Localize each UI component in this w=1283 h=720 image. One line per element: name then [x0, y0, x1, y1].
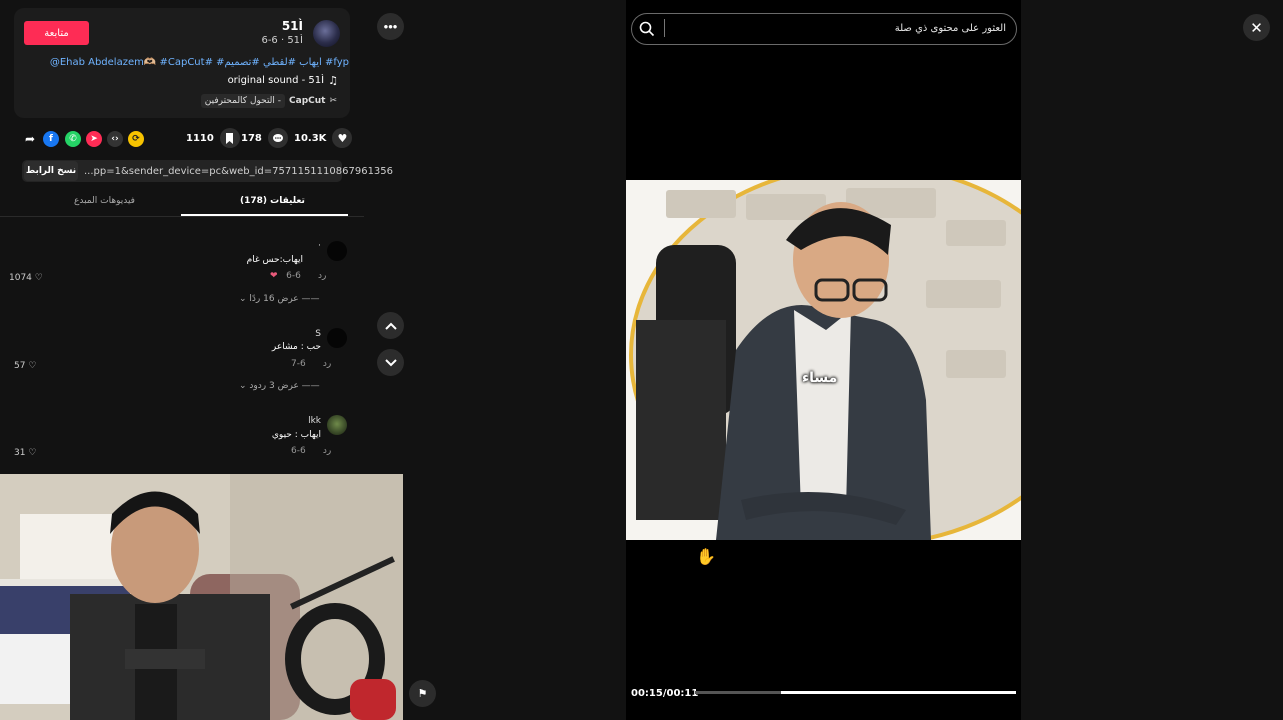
comment-author[interactable]: · [318, 241, 321, 251]
post-description[interactable]: @Ehab Abdelazem🫶🏼 #CapCut# #ايهاب #لقطي … [50, 57, 349, 68]
comment-like-count: 57 [14, 361, 26, 371]
chevron-down-icon: ⌄ [239, 381, 247, 391]
comment-avatar[interactable] [327, 241, 347, 261]
video-frame-image [626, 180, 1021, 540]
comment-like-count: 31 [14, 448, 26, 458]
comment-avatar[interactable] [327, 328, 347, 348]
bookmark-icon[interactable] [219, 128, 240, 148]
sticker-icon: ✋ [696, 547, 716, 566]
close-button[interactable]: ✕ [1243, 14, 1270, 41]
comment-date: 6-6 [286, 271, 301, 281]
next-video-button[interactable] [377, 349, 404, 376]
comment-date: 6-7 [291, 359, 306, 369]
chevron-down-icon: ⌄ [239, 294, 247, 304]
sound-row[interactable]: original sound - 51Ì ♫ [228, 74, 338, 87]
comment-reply[interactable]: رد [323, 446, 331, 456]
repost-icon[interactable]: ⟳ [128, 131, 144, 147]
like-count: 10.3K [294, 132, 327, 144]
view-replies[interactable]: ⌄ عرض 3 ردود —— [239, 381, 320, 391]
sound-label: original sound - 51Ì [227, 75, 325, 86]
emoji-icon: ❤ [270, 271, 278, 281]
search-divider [664, 19, 665, 37]
more-options-button[interactable]: ••• [377, 13, 404, 40]
search-icon[interactable] [639, 21, 655, 37]
comment-like[interactable]: 57 ♡ [14, 361, 36, 371]
capcut-name: CapCut [289, 96, 326, 106]
comment-text: ايهاب:حس غام [246, 255, 303, 265]
view-replies-label: عرض 16 ردًا [249, 294, 299, 304]
more-icon: ••• [383, 19, 398, 34]
tab-divider [0, 216, 364, 217]
comment-icon[interactable] [267, 128, 288, 148]
comment-reply[interactable]: رد [318, 271, 326, 281]
heart-outline-icon: ♡ [28, 448, 37, 458]
comment-text: حب : مشاعر [271, 342, 321, 352]
video-frame[interactable]: مساء [626, 180, 1021, 540]
tab-active-indicator [181, 214, 348, 216]
save-action[interactable]: 1110 [186, 128, 240, 148]
heart-outline-icon: ♡ [28, 361, 37, 371]
author-avatar[interactable] [313, 20, 340, 47]
comment-date: 6-6 [291, 446, 306, 456]
embed-icon[interactable]: ‹› [107, 131, 123, 147]
comment-like[interactable]: 1074 ♡ [9, 273, 43, 283]
comment-author[interactable]: S [315, 329, 321, 339]
comment-reply[interactable]: رد [323, 359, 331, 369]
comment-count: 178 [241, 132, 262, 144]
share-link-text[interactable]: ...pp=1&sender_device=pc&web_id=75711511… [84, 166, 393, 177]
capcut-row[interactable]: التحول كالمحترفين - CapCut ✂ [200, 94, 337, 108]
comment-meta: ❤ رد 6-6 [270, 271, 326, 281]
capcut-icon: ✂ [329, 96, 337, 106]
video-time: 00:15/00:11 [631, 688, 699, 699]
comment-avatar[interactable] [327, 415, 347, 435]
copy-link-button[interactable]: نسخ الرابط [24, 161, 78, 181]
share-arrow-icon[interactable]: ➦ [22, 131, 38, 147]
comment-like-count: 1074 [9, 273, 32, 283]
author-username[interactable]: 51Ì [282, 19, 303, 33]
search-input[interactable] [668, 19, 1006, 37]
comment-meta: رد 6-7 [291, 359, 331, 369]
webcam-overlay [0, 474, 403, 720]
like-action[interactable]: 10.3K ♥ [294, 128, 353, 148]
close-icon: ✕ [1250, 19, 1263, 37]
video-caption: مساء [802, 370, 838, 386]
heart-icon[interactable]: ♥ [332, 128, 353, 148]
send-icon[interactable]: ➤ [86, 131, 102, 147]
music-note-icon: ♫ [328, 74, 338, 87]
author-subline: 6-6 · 51Ì [261, 35, 303, 46]
report-button[interactable]: ⚑ [409, 680, 436, 707]
comment-text: ايهاب : حيوي [271, 430, 321, 440]
capcut-tag: التحول كالمحترفين - [200, 94, 286, 108]
comment-like[interactable]: 31 ♡ [14, 448, 36, 458]
whatsapp-icon[interactable]: ✆ [65, 131, 81, 147]
comment-action[interactable]: 178 [241, 128, 288, 148]
chevron-up-icon [384, 322, 397, 330]
flag-icon: ⚑ [417, 688, 428, 700]
view-replies-label: عرض 3 ردود [249, 381, 299, 391]
previous-video-button[interactable] [377, 312, 404, 339]
tab-comments[interactable]: (178) تعليقات [240, 196, 305, 206]
tab-creator-videos[interactable]: فيديوهات المبدع [74, 196, 135, 206]
view-replies[interactable]: ⌄ عرض 16 ردًا —— [239, 294, 320, 304]
comment-author[interactable]: lkk [308, 416, 321, 426]
facebook-icon[interactable]: f [43, 131, 59, 147]
follow-button[interactable]: متابعة [24, 21, 89, 45]
chevron-down-icon [384, 358, 397, 366]
comment-meta: رد 6-6 [291, 446, 331, 456]
heart-outline-icon: ♡ [34, 273, 43, 283]
progress-fill[interactable] [781, 691, 1016, 694]
save-count: 1110 [186, 132, 214, 144]
webcam-scene [0, 474, 403, 720]
